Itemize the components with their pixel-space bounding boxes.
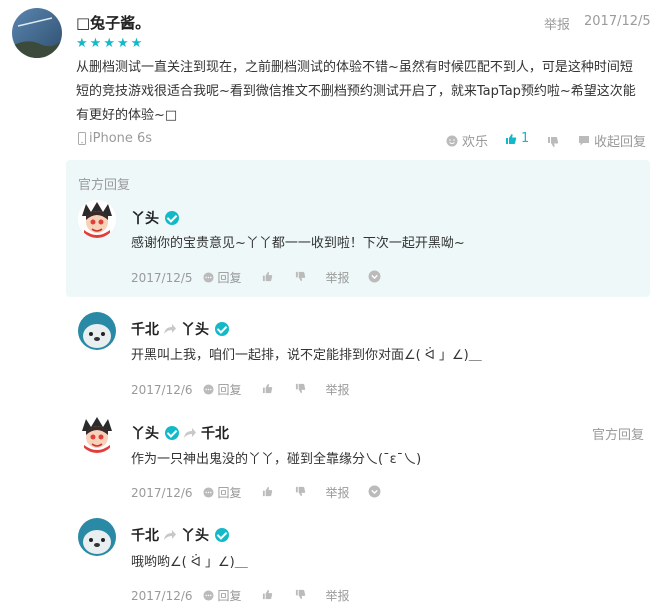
smile-icon (446, 135, 458, 146)
reply-arrow-icon (184, 428, 196, 438)
reply-header: 丫头 (131, 208, 179, 228)
reply-date: 2017/12/6 (131, 485, 193, 500)
dislike-button[interactable] (295, 486, 306, 500)
thumbs-up-icon (262, 486, 272, 496)
dislike-button[interactable] (295, 383, 306, 397)
verified-icon (215, 322, 229, 336)
reply-avatar[interactable] (78, 200, 116, 238)
reply-icon (202, 272, 214, 283)
reply-meta: 2017/12/6 回复 举报 (131, 484, 381, 501)
report-link[interactable]: 举报 (326, 269, 350, 286)
thumbs-down-icon (548, 137, 559, 147)
comment-icon (579, 135, 589, 145)
reply-label: 回复 (217, 383, 242, 397)
reply-header: 千北 丫头 (131, 319, 229, 339)
reply-to-name[interactable]: 丫头 (181, 525, 209, 545)
review-content: 从删档测试一直关注到现在，之前删档测试的体验不错~虽然有时候匹配不到人，可是这种… (76, 60, 636, 123)
thumbs-up-icon (262, 271, 272, 281)
reply-content: 作为一只神出鬼没的丫丫，碰到全靠缘分乀(ˉεˉ乀) (131, 452, 422, 467)
official-reply-title: 官方回复 (78, 178, 131, 193)
reviewer-name[interactable]: □兔子酱。 (76, 12, 150, 33)
report-link[interactable]: 举报 (326, 484, 350, 501)
thumbs-up-icon (262, 383, 272, 393)
reply-header: 千北 丫头 (131, 525, 229, 545)
verified-icon (215, 528, 229, 542)
mood-tag: 欢乐 (446, 131, 488, 150)
more-button[interactable] (368, 270, 381, 286)
report-link[interactable]: 举报 (326, 587, 350, 604)
thumbs-down-icon (295, 271, 305, 281)
chevron-down-icon (368, 270, 381, 282)
reply-icon (202, 487, 214, 498)
reply-avatar[interactable] (78, 518, 116, 556)
star-icon: ★ (89, 36, 102, 51)
thumbs-up-icon (506, 133, 517, 144)
reply-label: 回复 (217, 486, 242, 500)
reply-button[interactable]: 回复 (202, 484, 242, 501)
like-button[interactable]: 1 (505, 131, 529, 146)
reply-meta: 2017/12/5 回复 举报 (131, 269, 381, 286)
reply-button[interactable]: 回复 (202, 269, 242, 286)
reply-author[interactable]: 丫头 (131, 208, 159, 228)
reply-content: 开黑叫上我，咱们一起排，说不定能排到你对面∠( ᐛ 」∠)＿ (131, 348, 482, 363)
reply-content: 哦哟哟∠( ᐛ 」∠)＿ (131, 555, 248, 570)
verified-icon (165, 426, 179, 440)
reviewer-avatar[interactable] (12, 8, 62, 58)
like-button[interactable] (262, 271, 273, 285)
like-button[interactable] (262, 589, 273, 603)
reply-label: 回复 (217, 271, 242, 285)
reply-date: 2017/12/6 (131, 382, 193, 397)
reply-author[interactable]: 千北 (131, 525, 159, 545)
collapse-replies-button[interactable]: 收起回复 (578, 131, 646, 150)
reply-button[interactable]: 回复 (202, 381, 242, 398)
star-icon: ★ (116, 36, 129, 51)
dislike-button[interactable] (295, 271, 306, 285)
reply-date: 2017/12/6 (131, 588, 193, 603)
reply-icon (202, 384, 214, 395)
star-icon: ★ (130, 36, 143, 51)
reply-arrow-icon (164, 324, 176, 334)
rating-stars: ★ ★ ★ ★ ★ (76, 36, 142, 51)
reply-avatar[interactable] (78, 415, 116, 453)
chevron-down-icon (368, 485, 381, 497)
star-icon: ★ (103, 36, 115, 51)
reply-avatar[interactable] (78, 312, 116, 350)
official-tag: 官方回复 (592, 428, 645, 443)
report-link[interactable]: 举报 (326, 381, 350, 398)
reply-date: 2017/12/5 (131, 270, 193, 285)
thumbs-down-icon (295, 589, 305, 599)
thumbs-up-icon (262, 589, 272, 599)
thumbs-down-icon (295, 383, 305, 393)
like-button[interactable] (262, 486, 273, 500)
reply-button[interactable]: 回复 (202, 587, 242, 604)
reply-author[interactable]: 丫头 (131, 423, 159, 443)
star-icon: ★ (76, 36, 88, 51)
review-date: 2017/12/5 (584, 14, 651, 29)
thumbs-down-icon (295, 486, 305, 496)
reply-author[interactable]: 千北 (131, 319, 159, 339)
reply-label: 回复 (217, 589, 242, 603)
mood-label: 欢乐 (462, 135, 489, 150)
device-label: iPhone 6s (78, 131, 152, 146)
reply-content: 感谢你的宝贵意见~丫丫都一一收到啦！下次一起开黑呦~ (131, 236, 465, 251)
reply-to-name[interactable]: 丫头 (181, 319, 209, 339)
device-name: iPhone 6s (89, 131, 153, 146)
report-link[interactable]: 举报 (544, 14, 570, 33)
dislike-button[interactable] (547, 133, 559, 152)
verified-icon (165, 211, 179, 225)
reply-meta: 2017/12/6 回复 举报 (131, 381, 350, 398)
reply-icon (202, 590, 214, 601)
reply-meta: 2017/12/6 回复 举报 (131, 587, 350, 604)
reply-to-name[interactable]: 千北 (201, 423, 229, 443)
like-count: 1 (521, 131, 530, 146)
dislike-button[interactable] (295, 589, 306, 603)
reply-header: 丫头 千北 (131, 423, 229, 443)
phone-icon (78, 132, 86, 145)
reply-arrow-icon (164, 530, 176, 540)
more-button[interactable] (368, 485, 381, 501)
like-button[interactable] (262, 383, 273, 397)
collapse-label: 收起回复 (594, 135, 647, 150)
